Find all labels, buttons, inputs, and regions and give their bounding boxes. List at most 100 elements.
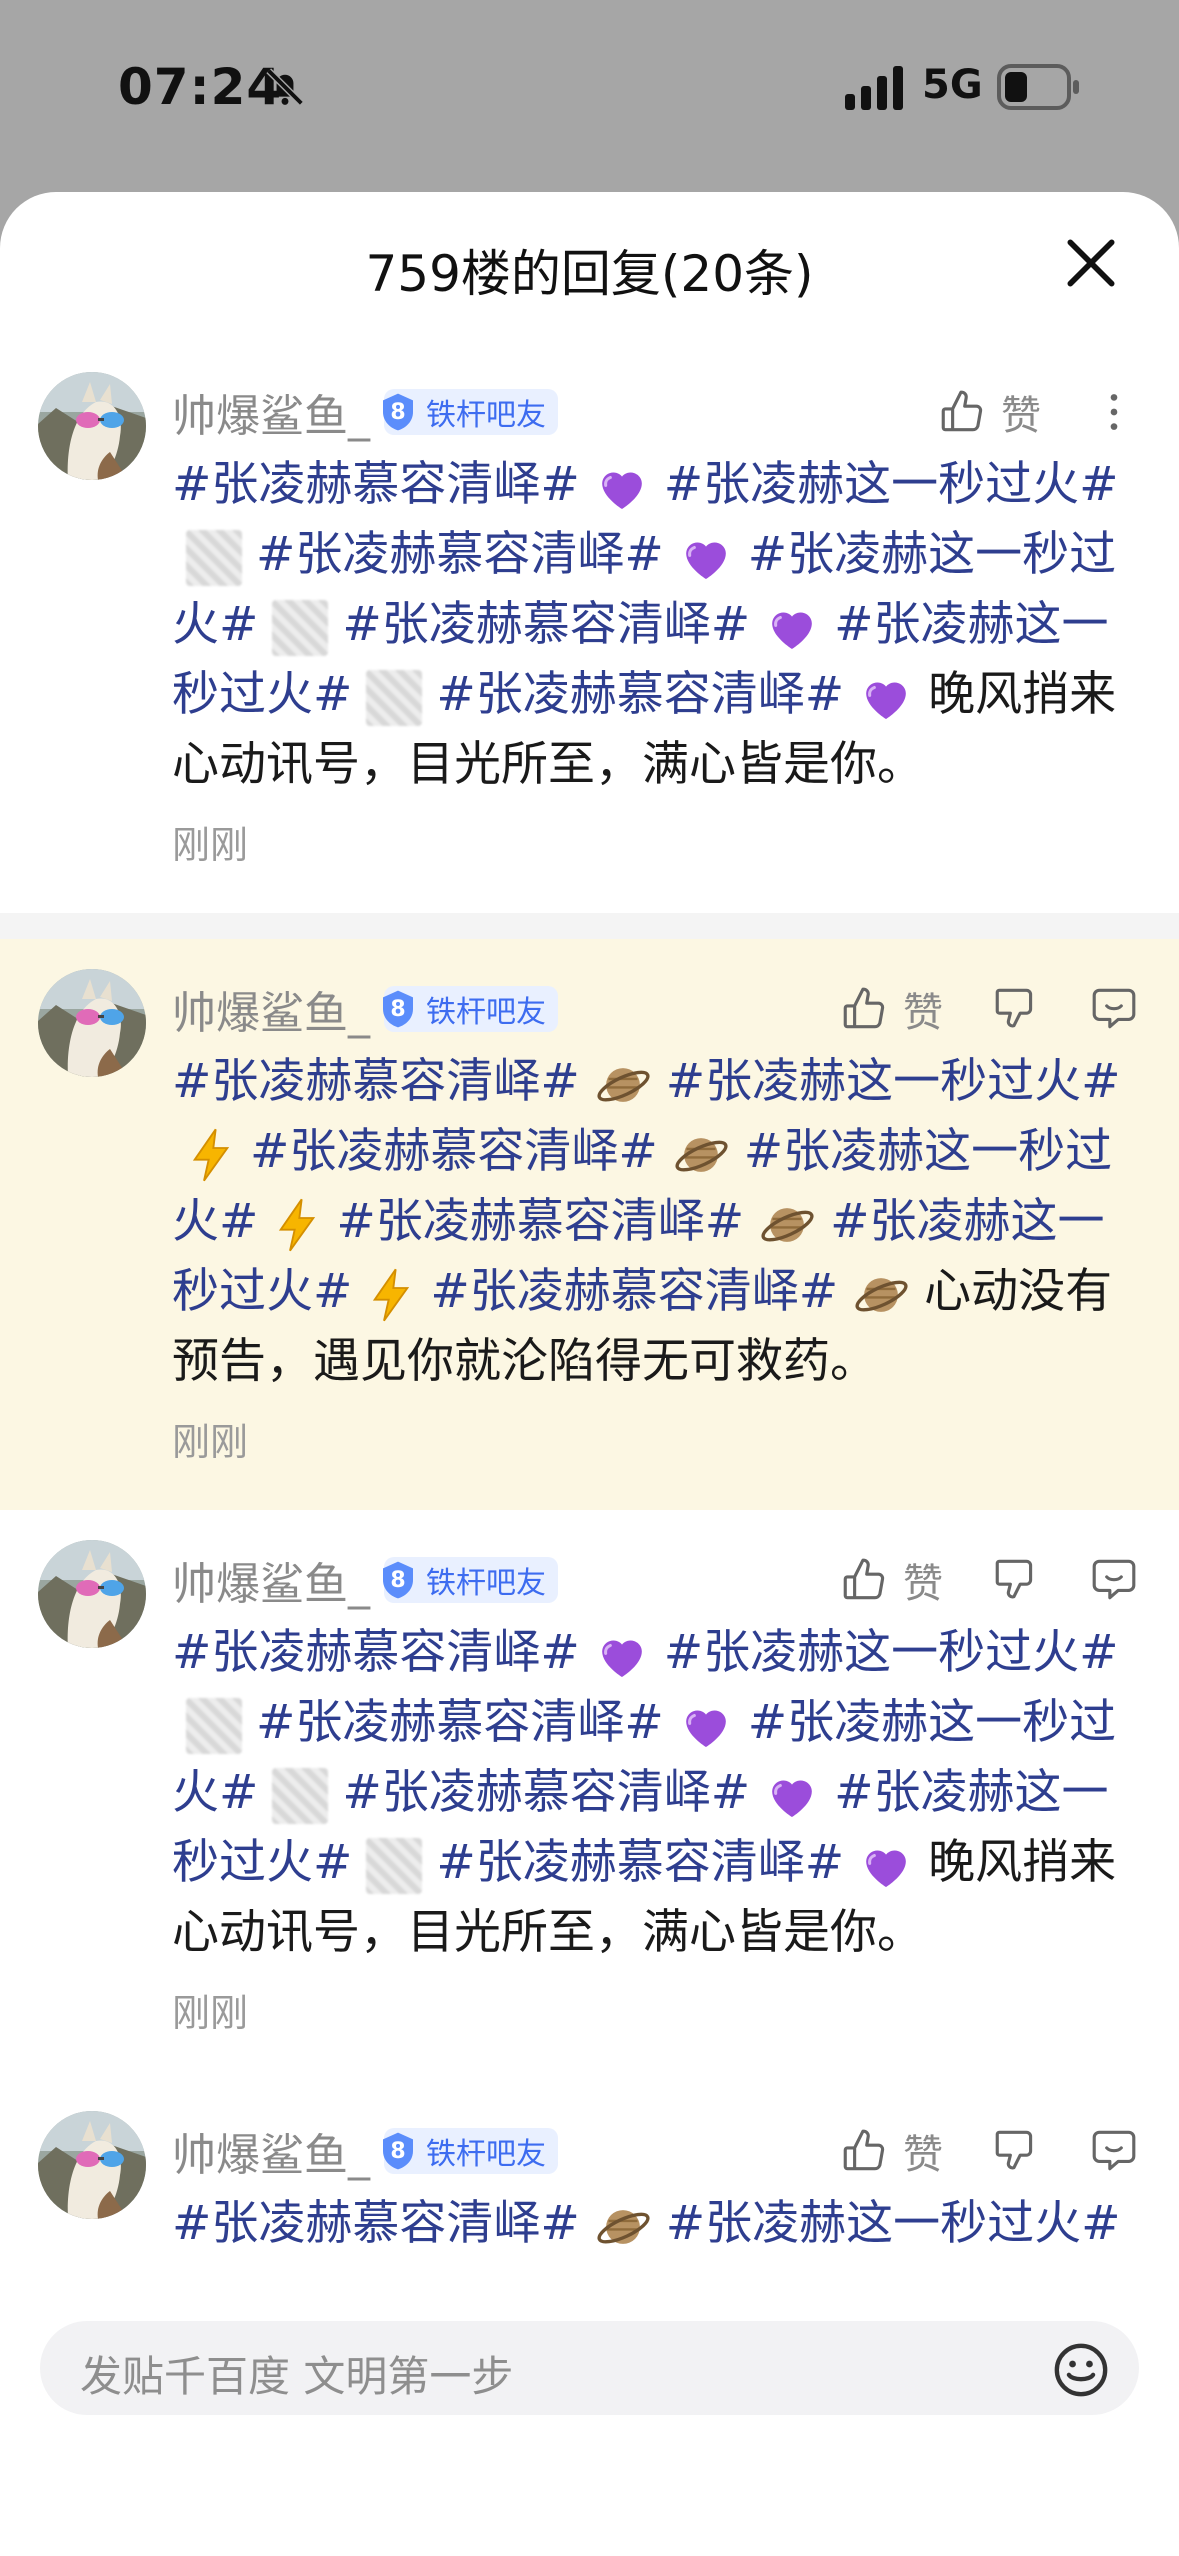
like-icon — [941, 390, 983, 432]
badge-label: 铁杆吧友 — [426, 1566, 546, 1601]
reply-meta: 帅爆鲨鱼_ 8 铁杆吧友 — [172, 979, 558, 1039]
like-button[interactable]: 赞 — [839, 2122, 943, 2180]
username[interactable]: 帅爆鲨鱼_ — [172, 380, 370, 444]
dislike-icon[interactable] — [991, 1555, 1041, 1605]
like-label: 赞 — [903, 990, 943, 1036]
reply-time: 刚刚 — [172, 1420, 249, 1464]
topic-tag[interactable]: 火# — [172, 1194, 258, 1249]
signal-icon — [845, 66, 903, 110]
topic-tag[interactable]: #张凌赫这一秒过 — [744, 1124, 1112, 1179]
dislike-icon[interactable] — [991, 984, 1041, 1034]
topic-tag[interactable]: 火# — [172, 597, 258, 652]
avatar[interactable] — [38, 2111, 146, 2219]
topic-tag[interactable]: #张凌赫慕容清峄# — [430, 1264, 838, 1319]
reply-input[interactable]: 发贴千百度 文明第一步 — [40, 2321, 1139, 2415]
avatar[interactable] — [38, 969, 146, 1077]
more-icon[interactable] — [1089, 387, 1139, 437]
topic-tag[interactable]: #张凌赫慕容清峄# — [342, 597, 750, 652]
avatar-image — [38, 1540, 146, 1648]
topic-tag[interactable]: #张凌赫慕容清峄# — [256, 1695, 664, 1750]
reply-actions: 赞 — [839, 979, 1139, 1039]
username[interactable]: 帅爆鲨鱼_ — [172, 1548, 370, 1612]
purple-heart-emoji — [866, 681, 906, 719]
avatar-image — [38, 2111, 146, 2219]
topic-tag[interactable]: #张凌赫慕容清峄# — [342, 1765, 750, 1820]
topic-tag[interactable]: #张凌赫慕容清峄# — [436, 1835, 844, 1890]
blurred-sticker-emoji — [366, 669, 423, 726]
purple-heart-emoji — [601, 1639, 642, 1677]
close-icon[interactable] — [1060, 232, 1122, 294]
reply-list[interactable]: 帅爆鲨鱼_ 8 铁杆吧友赞 #张凌赫慕容清峄# #张凌赫这一秒过火##张凌赫慕容清峄# #… — [0, 342, 1179, 2477]
blurred-sticker-emoji — [272, 599, 329, 656]
reply-item[interactable]: 帅爆鲨鱼_ 8 铁杆吧友赞 #张凌赫慕容清峄# #张凌赫这一秒过火##张凌赫慕容清峄# #… — [0, 939, 1179, 1510]
topic-tag[interactable]: #张凌赫慕容清峄# — [256, 527, 664, 582]
like-label: 赞 — [903, 1561, 943, 1607]
topic-tag[interactable]: #张凌赫慕容清峄# — [172, 1625, 580, 1680]
section-divider — [0, 913, 1179, 939]
topic-tag[interactable]: #张凌赫慕容清峄# — [172, 2196, 580, 2251]
purple-heart-emoji — [772, 1779, 812, 1817]
status-bar: 07:24 5G — [0, 0, 1179, 180]
reply-item[interactable]: 帅爆鲨鱼_ 8 铁杆吧友赞 #张凌赫慕容清峄# #张凌赫这一秒过火##张凌赫慕容清峄# #… — [0, 342, 1179, 913]
reply-item[interactable]: 帅爆鲨鱼_ 8 铁杆吧友赞 #张凌赫慕容清峄# #张凌赫这一秒过火##张凌赫慕容清峄# #… — [0, 1510, 1179, 2081]
topic-tag[interactable]: #张凌赫慕容清峄# — [172, 1054, 580, 1109]
reply-item[interactable]: 帅爆鲨鱼_ 8 铁杆吧友 赞 #张凌赫慕容清峄# #张凌赫这一秒过火# — [0, 2081, 1179, 2317]
topic-tag[interactable]: 过火# — [219, 1835, 352, 1890]
purple-heart-emoji — [685, 541, 726, 579]
topic-tag[interactable]: 过火# — [219, 1264, 352, 1319]
avatar-image — [38, 969, 146, 1077]
topic-tag[interactable]: #张凌赫这一秒过火# — [666, 1054, 1121, 1109]
topic-tag[interactable]: 火# — [172, 1765, 258, 1820]
topic-tag[interactable]: #张凌赫这一秒过火# — [664, 1625, 1119, 1680]
topic-tag[interactable]: #张凌赫慕容清峄# — [172, 457, 580, 512]
badge-label: 铁杆吧友 — [426, 398, 546, 433]
like-label: 赞 — [903, 2132, 943, 2178]
topic-tag[interactable]: #张凌赫这一秒过 — [748, 1695, 1116, 1750]
purple-heart-emoji — [866, 1849, 906, 1887]
topic-tag[interactable]: #张凌赫这一秒过火# — [664, 457, 1119, 512]
topic-tag[interactable]: #张凌赫这一秒过 — [748, 527, 1116, 582]
member-badge: 8 铁杆吧友 — [383, 2128, 558, 2174]
reply-input-placeholder: 发贴千百度 文明第一步 — [80, 2352, 514, 2401]
like-button[interactable]: 赞 — [937, 383, 1041, 441]
blurred-sticker-emoji — [272, 1767, 329, 1824]
level-number: 8 — [390, 1567, 406, 1593]
avatar[interactable] — [38, 372, 146, 480]
lightning-emoji — [279, 1198, 316, 1251]
level-badge: 8 — [378, 989, 418, 1029]
comment-icon[interactable] — [1089, 984, 1139, 1034]
level-badge: 8 — [378, 392, 418, 432]
level-badge: 8 — [378, 2131, 418, 2171]
avatar-image — [38, 372, 146, 480]
reply-time: 刚刚 — [172, 1991, 249, 2035]
username[interactable]: 帅爆鲨鱼_ — [172, 977, 370, 1041]
ringed-planet-emoji — [761, 1207, 814, 1242]
avatar[interactable] — [38, 1540, 146, 1648]
topic-tag[interactable]: #张凌赫这一秒过火# — [666, 2196, 1121, 2251]
reply-meta: 帅爆鲨鱼_ 8 铁杆吧友 — [172, 1550, 558, 1610]
lightning-emoji — [373, 1268, 410, 1321]
comment-icon[interactable] — [1089, 1555, 1139, 1605]
lightning-emoji — [192, 1128, 230, 1181]
status-time: 07:24 — [118, 58, 283, 116]
username[interactable]: 帅爆鲨鱼_ — [172, 2119, 370, 2183]
topic-tag[interactable]: #张凌赫慕容清峄# — [250, 1124, 658, 1179]
comment-icon[interactable] — [1089, 2126, 1139, 2176]
reply-meta: 帅爆鲨鱼_ 8 铁杆吧友 — [172, 382, 558, 442]
like-button[interactable]: 赞 — [839, 980, 943, 1038]
topic-tag[interactable]: #张凌赫慕容清峄# — [436, 667, 844, 722]
network-type: 5G — [922, 62, 983, 108]
like-button[interactable]: 赞 — [839, 1551, 943, 1609]
blurred-sticker-emoji — [186, 1697, 242, 1754]
purple-heart-emoji — [601, 471, 642, 509]
dislike-icon[interactable] — [991, 2126, 1041, 2176]
emoji-icon[interactable] — [1052, 2341, 1110, 2399]
topic-tag[interactable]: #张凌赫慕容清峄# — [336, 1194, 744, 1249]
level-badge: 8 — [378, 1560, 418, 1600]
like-icon — [843, 987, 885, 1029]
replies-sheet: 759楼的回复(20条) 帅爆鲨鱼_ 8 铁杆吧友赞 #张凌赫慕容清峄# #张凌赫这一秒… — [0, 192, 1179, 2556]
level-number: 8 — [390, 2138, 406, 2164]
topic-tag[interactable]: 过火# — [219, 667, 352, 722]
level-number: 8 — [390, 996, 406, 1022]
reply-time: 刚刚 — [172, 823, 249, 867]
